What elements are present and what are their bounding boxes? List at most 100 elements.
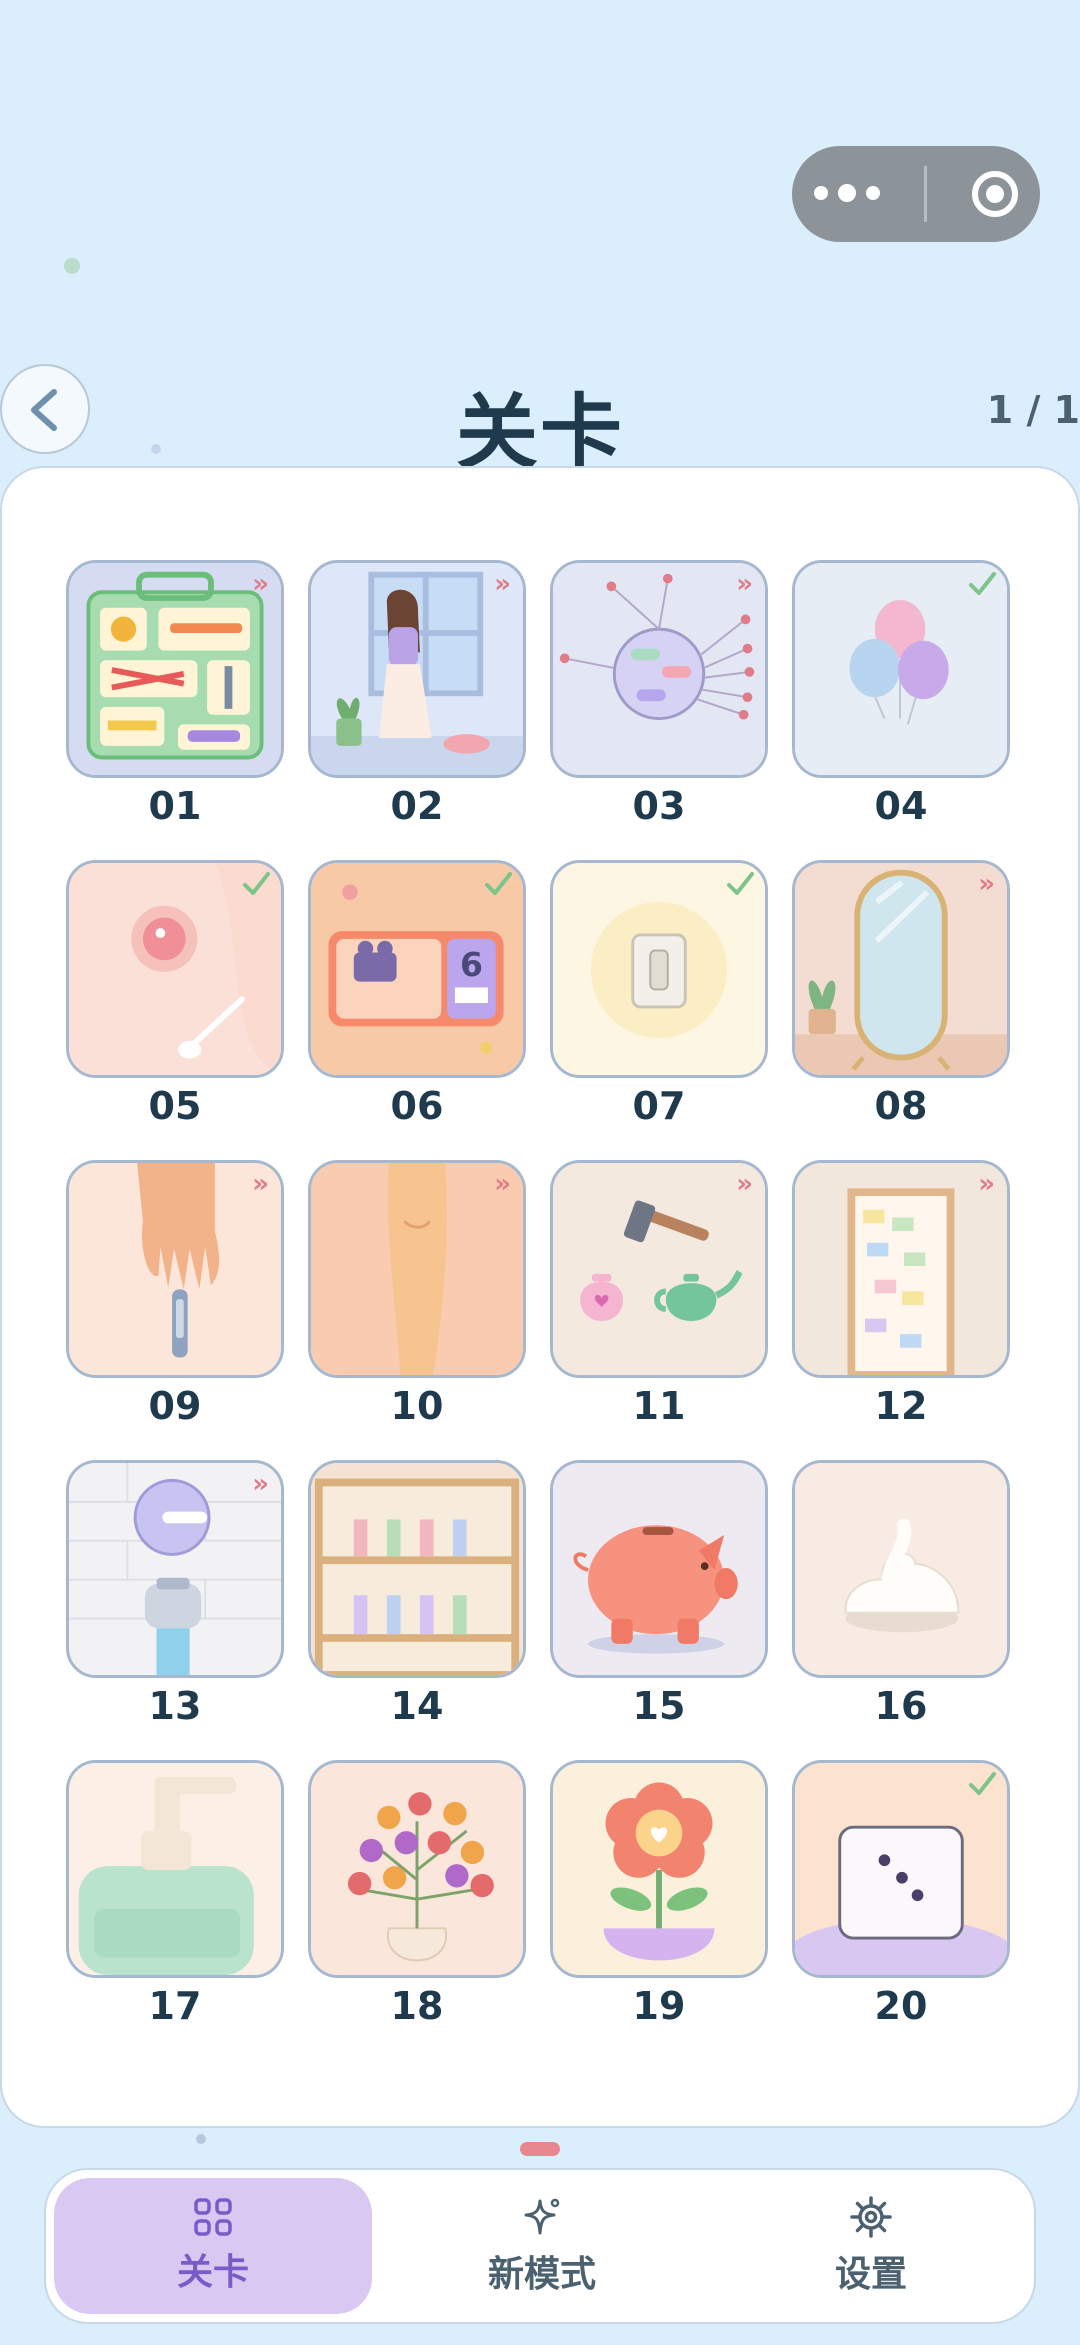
level-illustration [553,1763,765,1975]
level-number: 10 [390,1384,444,1428]
double-chevron-icon: » [736,569,753,599]
level-thumbnail[interactable]: » [66,560,284,778]
level-card[interactable]: 6 06 [308,860,526,1160]
capsule-divider [924,166,928,222]
level-card[interactable]: 18 [308,1760,526,2060]
level-number: 13 [148,1684,202,1728]
level-thumbnail[interactable] [66,1760,284,1978]
level-number: 18 [390,1984,444,2028]
more-icon[interactable] [814,184,881,202]
tab-label: 新模式 [487,2254,596,2295]
level-number: 16 [874,1684,928,1728]
level-thumbnail[interactable]: » [792,1160,1010,1378]
level-number: 01 [148,784,202,828]
level-illustration [795,1463,1007,1675]
double-chevron-icon: » [252,1469,269,1499]
level-thumbnail[interactable] [792,1760,1010,1978]
level-illustration [311,563,523,775]
level-illustration [795,863,1007,1075]
level-illustration [69,563,281,775]
level-thumbnail[interactable] [66,860,284,1078]
tab-settings[interactable]: 设置 [712,2178,1030,2314]
level-thumbnail[interactable]: » [66,1460,284,1678]
level-card[interactable]: » 02 [308,560,526,860]
level-thumbnail[interactable]: » [550,560,768,778]
level-card[interactable]: 15 [550,1460,768,1760]
level-number: 11 [632,1384,686,1428]
check-icon [483,869,513,899]
level-thumbnail[interactable] [550,1760,768,1978]
level-number: 15 [632,1684,686,1728]
level-thumbnail[interactable]: » [792,860,1010,1078]
level-card[interactable]: 07 [550,860,768,1160]
scroll-indicator [520,2142,560,2156]
level-number: 09 [148,1384,202,1428]
tab-label: 设置 [834,2254,907,2295]
level-illustration [69,1763,281,1975]
level-thumbnail[interactable]: » [308,1160,526,1378]
level-number: 08 [874,1084,928,1128]
level-card[interactable]: 04 [792,560,1010,860]
level-illustration [311,1463,523,1675]
decor-dot [196,2134,206,2144]
level-number: 07 [632,1084,686,1128]
level-thumbnail[interactable] [308,1460,526,1678]
level-number: 03 [632,784,686,828]
gear-icon [850,2196,892,2238]
check-icon [241,869,271,899]
svg-text:6: 6 [460,945,483,984]
level-card[interactable]: » 08 [792,860,1010,1160]
level-thumbnail[interactable] [550,860,768,1078]
level-card[interactable]: 20 [792,1760,1010,2060]
level-thumbnail[interactable]: » [308,560,526,778]
sparkle-icon [524,2198,560,2235]
level-thumbnail[interactable]: » [66,1160,284,1378]
check-icon [967,569,997,599]
level-thumbnail[interactable] [792,1460,1010,1678]
double-chevron-icon: » [494,1169,511,1199]
level-number: 20 [874,1984,928,2028]
level-number: 06 [390,1084,444,1128]
bottom-tab-bar: 关卡 新模式 设置 [44,2168,1036,2324]
level-card[interactable]: 19 [550,1760,768,2060]
level-card[interactable]: 14 [308,1460,526,1760]
level-number: 04 [874,784,928,828]
level-card[interactable]: » 12 [792,1160,1010,1460]
level-thumbnail[interactable] [308,1760,526,1978]
level-card[interactable]: » 09 [66,1160,284,1460]
level-number: 02 [390,784,444,828]
check-icon [967,1769,997,1799]
page-indicator: 1 / 1 [986,388,1080,432]
grid-icon [194,2198,232,2236]
level-card[interactable]: » 03 [550,560,768,860]
level-card[interactable]: » 13 [66,1460,284,1760]
tab-new-mode[interactable]: 新模式 [383,2178,701,2314]
level-card[interactable]: 16 [792,1460,1010,1760]
double-chevron-icon: » [252,1169,269,1199]
level-card[interactable]: 17 [66,1760,284,2060]
level-thumbnail[interactable] [550,1460,768,1678]
level-card[interactable]: » 11 [550,1160,768,1460]
tab-levels[interactable]: 关卡 [54,2178,372,2314]
check-icon [725,869,755,899]
double-chevron-icon: » [736,1169,753,1199]
level-illustration [69,1163,281,1375]
level-illustration [311,1163,523,1375]
double-chevron-icon: » [494,569,511,599]
close-target-icon[interactable] [971,171,1018,217]
decor-dot [64,258,80,274]
level-illustration [553,1463,765,1675]
level-illustration [311,1763,523,1975]
miniprogram-capsule [792,146,1040,242]
level-card[interactable]: » 01 [66,560,284,860]
double-chevron-icon: » [978,869,995,899]
level-number: 12 [874,1384,928,1428]
level-illustration [553,1163,765,1375]
level-number: 05 [148,1084,202,1128]
levels-grid: » 01 » 02 » 03 04 05 6 06 07 » 08 » 09 » 10 » 11 » 12 » 13 14 15… [66,560,1010,2060]
level-card[interactable]: 05 [66,860,284,1160]
level-thumbnail[interactable] [792,560,1010,778]
level-card[interactable]: » 10 [308,1160,526,1460]
level-thumbnail[interactable]: 6 [308,860,526,1078]
level-thumbnail[interactable]: » [550,1160,768,1378]
